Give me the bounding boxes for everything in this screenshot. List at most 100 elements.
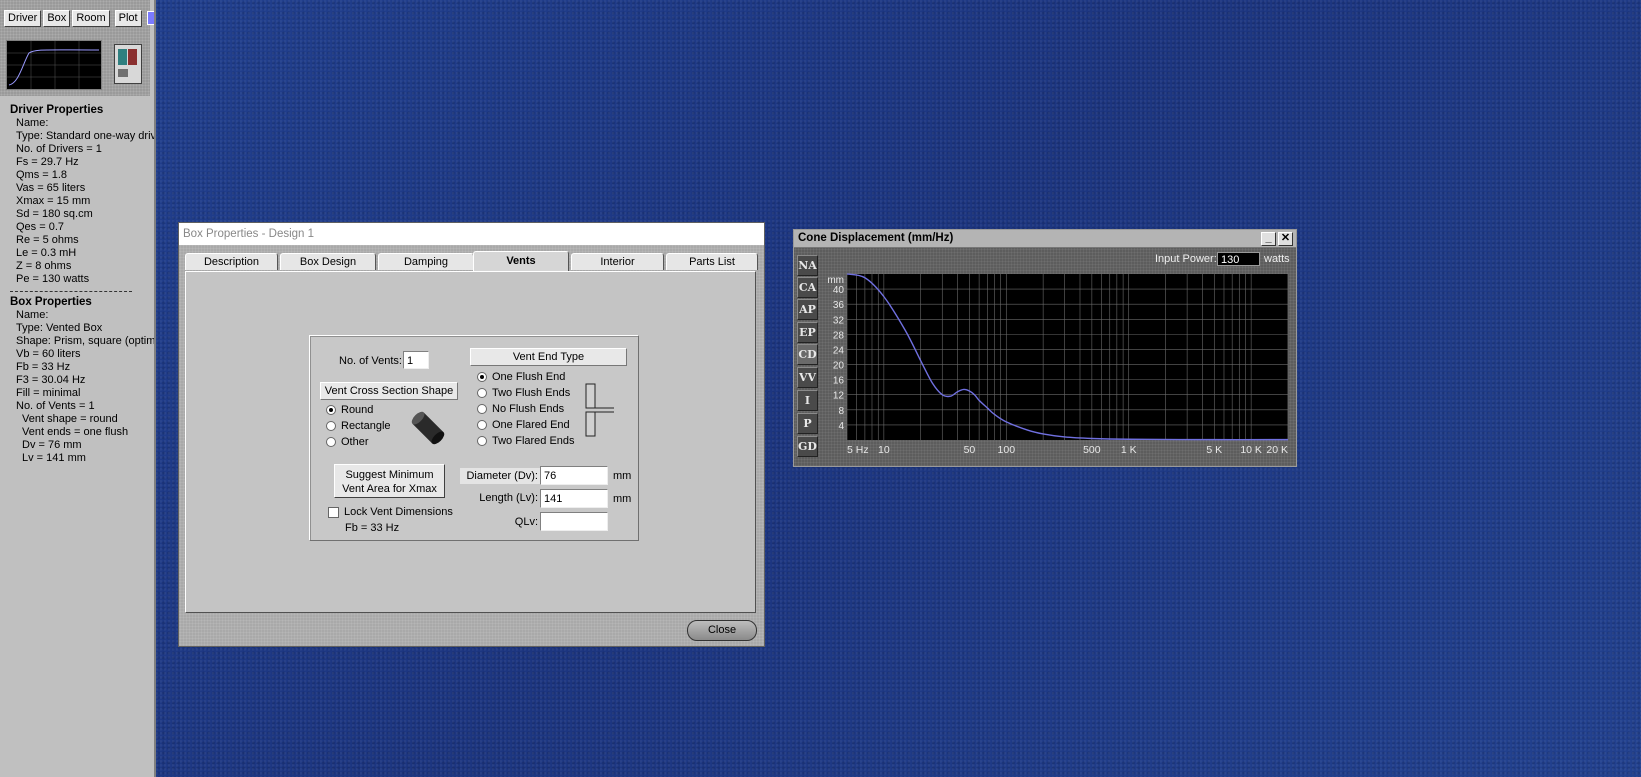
radio-dot — [477, 420, 487, 430]
cone-displacement-window: Cone Displacement (mm/Hz) _ ✕ NA CA AP E… — [793, 229, 1297, 467]
tab-interior[interactable]: Interior — [571, 253, 664, 270]
qlv-input[interactable] — [540, 512, 608, 531]
window-title[interactable]: Box Properties - Design 1 — [179, 223, 764, 245]
length-input[interactable]: 141 — [540, 489, 608, 508]
flush-end-diagram-icon — [585, 383, 614, 437]
box-line: Type: Vented Box — [16, 322, 103, 334]
radio-label: Two Flared Ends — [492, 435, 575, 447]
x-tick-label: 10 K — [1240, 444, 1262, 456]
tab-parts-list[interactable]: Parts List — [666, 253, 758, 270]
box-line: Vb = 60 liters — [16, 348, 81, 360]
graph-ep-button[interactable]: EP — [797, 322, 818, 343]
close-icon[interactable]: ✕ — [1278, 232, 1293, 246]
vents-panel: No. of Vents: 1 Vent Cross Section Shape… — [309, 335, 639, 541]
fb-readout: Fb = 33 Hz — [345, 522, 400, 534]
suggest-line-1: Suggest Minimum — [345, 469, 434, 481]
input-power-field[interactable]: 130 — [1217, 252, 1260, 266]
radio-dot — [477, 404, 487, 414]
properties-summary: Driver Properties Name: Type: Standard o… — [10, 104, 156, 465]
box-tabs: Description Box Design Damping Vents Int… — [185, 251, 758, 271]
tab-plot[interactable]: Plot — [114, 10, 142, 27]
end-one-flared-radio[interactable]: One Flared End — [477, 419, 570, 431]
x-tick-label: 20 K — [1266, 444, 1288, 456]
driver-line: Type: Standard one-way driv — [16, 130, 156, 142]
section-divider — [10, 291, 132, 292]
x-tick-label: 1 K — [1121, 444, 1137, 456]
close-button[interactable]: Close — [687, 620, 757, 641]
tab-driver[interactable]: Driver — [4, 10, 42, 27]
graph-na-button[interactable]: NA — [797, 255, 818, 276]
driver-line: Qms = 1.8 — [16, 169, 68, 181]
end-no-flush-radio[interactable]: No Flush Ends — [477, 403, 564, 415]
radio-label: One Flared End — [492, 419, 570, 431]
graph-cd-button[interactable]: CD — [797, 344, 818, 365]
driver-line: Re = 5 ohms — [16, 234, 79, 246]
color-swatch[interactable] — [146, 11, 154, 25]
box-line: Name: — [16, 309, 49, 321]
driver-line: Fs = 29.7 Hz — [16, 156, 79, 168]
y-tick-label: 32 — [833, 315, 845, 326]
tab-box[interactable]: Box — [43, 10, 71, 27]
shape-round-radio[interactable]: Round — [326, 404, 373, 416]
tab-description[interactable]: Description — [185, 253, 278, 270]
lock-dimensions-checkbox[interactable]: Lock Vent Dimensions — [328, 506, 453, 518]
graph-vv-button[interactable]: VV — [797, 367, 818, 388]
tab-box-design[interactable]: Box Design — [280, 253, 376, 270]
driver-line: Z = 8 ohms — [16, 260, 72, 272]
box-line: Fb = 33 Hz — [16, 361, 71, 373]
y-tick-label: 16 — [833, 376, 845, 387]
end-two-flared-radio[interactable]: Two Flared Ends — [477, 435, 575, 447]
mini-response-graph[interactable] — [6, 40, 102, 90]
graph-gd-button[interactable]: GD — [797, 436, 818, 457]
graph-ap-button[interactable]: AP — [797, 299, 818, 320]
end-one-flush-radio[interactable]: One Flush End — [477, 371, 565, 383]
box-line: Shape: Prism, square (optimu — [16, 335, 156, 347]
end-two-flush-radio[interactable]: Two Flush Ends — [477, 387, 570, 399]
mini-graph-curve — [7, 41, 101, 89]
cone-displacement-chart: mm4812162024283236405 Hz 10 50 100 500 1 K5 K… — [827, 273, 1289, 456]
vent-line: Lv = 141 mm — [22, 452, 86, 464]
plot-background — [847, 274, 1288, 440]
tab-vents[interactable]: Vents — [473, 251, 569, 271]
diameter-input[interactable]: 76 — [540, 466, 608, 485]
suggest-vent-area-button[interactable]: Suggest Minimum Vent Area for Xmax — [334, 464, 445, 498]
x-tick-label: 50 — [964, 444, 976, 456]
radio-dot — [326, 437, 336, 447]
qlv-label: QLv: — [514, 516, 538, 528]
radio-label: Two Flush Ends — [492, 387, 571, 399]
diameter-label: Diameter (Dv): — [460, 468, 540, 484]
shape-rectangle-radio[interactable]: Rectangle — [326, 420, 391, 432]
y-tick-label: 4 — [838, 421, 844, 432]
radio-label: One Flush End — [492, 371, 566, 383]
graph-p-button[interactable]: P — [797, 413, 818, 434]
box-line: F3 = 30.04 Hz — [16, 374, 86, 386]
shape-other-radio[interactable]: Other — [326, 436, 369, 448]
num-vents-input[interactable]: 1 — [403, 351, 429, 369]
driver-properties-title: Driver Properties — [10, 104, 104, 116]
round-vent-icon — [411, 411, 445, 445]
vent-line: Vent shape = round — [22, 413, 118, 425]
x-tick-label: 500 — [1083, 444, 1101, 456]
box-line: Fill = minimal — [16, 387, 81, 399]
mini-box-icon[interactable] — [114, 44, 142, 84]
graph-ca-button[interactable]: CA — [797, 277, 818, 298]
driver-line: Vas = 65 liters — [16, 182, 86, 194]
diameter-unit: mm — [613, 470, 632, 482]
length-unit: mm — [613, 493, 632, 505]
vent-line: Vent ends = one flush — [22, 426, 129, 438]
radio-dot — [326, 405, 336, 415]
suggest-line-2: Vent Area for Xmax — [342, 483, 437, 495]
design-tabs: Driver Box Room Plot — [4, 10, 154, 27]
tab-room[interactable]: Room — [72, 10, 110, 27]
radio-label: Other — [341, 436, 369, 448]
tab-damping[interactable]: Damping — [378, 253, 474, 270]
input-power-unit: watts — [1264, 253, 1290, 265]
vents-tab-page: No. of Vents: 1 Vent Cross Section Shape… — [185, 271, 756, 613]
box-line: No. of Vents = 1 — [16, 400, 95, 412]
graph-i-button[interactable]: I — [797, 390, 818, 411]
minimize-icon[interactable]: _ — [1261, 232, 1276, 246]
box-properties-window: Box Properties - Design 1 Description Bo… — [178, 222, 765, 647]
driver-line: Le = 0.3 mH — [16, 247, 77, 259]
cone-window-title[interactable]: Cone Displacement (mm/Hz) — [794, 230, 1296, 248]
radio-dot — [326, 421, 336, 431]
